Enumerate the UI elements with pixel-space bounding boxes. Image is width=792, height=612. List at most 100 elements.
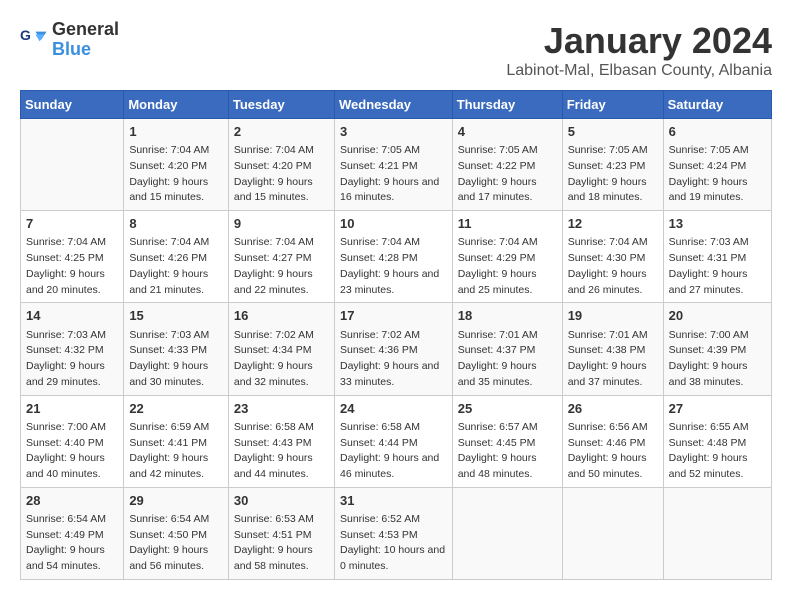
calendar-cell: 27 Sunrise: 6:55 AM Sunset: 4:48 PM Dayl… xyxy=(663,395,771,487)
sunset: Sunset: 4:27 PM xyxy=(234,252,312,264)
sunrise: Sunrise: 7:05 AM xyxy=(568,144,648,156)
day-number: 14 xyxy=(26,307,118,325)
calendar-week-row: 1 Sunrise: 7:04 AM Sunset: 4:20 PM Dayli… xyxy=(21,119,772,211)
calendar-cell: 31 Sunrise: 6:52 AM Sunset: 4:53 PM Dayl… xyxy=(334,487,452,579)
sunrise: Sunrise: 6:58 AM xyxy=(234,421,314,433)
day-number: 21 xyxy=(26,400,118,418)
sunrise: Sunrise: 7:00 AM xyxy=(26,421,106,433)
cell-data: Sunrise: 7:04 AM Sunset: 4:20 PM Dayligh… xyxy=(234,143,329,206)
day-number: 30 xyxy=(234,492,329,510)
calendar-week-row: 21 Sunrise: 7:00 AM Sunset: 4:40 PM Dayl… xyxy=(21,395,772,487)
sunset: Sunset: 4:48 PM xyxy=(669,437,747,449)
day-number: 23 xyxy=(234,400,329,418)
sunset: Sunset: 4:31 PM xyxy=(669,252,747,264)
calendar-cell: 28 Sunrise: 6:54 AM Sunset: 4:49 PM Dayl… xyxy=(21,487,124,579)
cell-data: Sunrise: 7:03 AM Sunset: 4:31 PM Dayligh… xyxy=(669,235,766,298)
logo-icon: G xyxy=(20,26,48,54)
daylight: Daylight: 9 hours and 58 minutes. xyxy=(234,544,313,572)
calendar-cell: 24 Sunrise: 6:58 AM Sunset: 4:44 PM Dayl… xyxy=(334,395,452,487)
sunrise: Sunrise: 6:54 AM xyxy=(129,513,209,525)
logo: G General Blue xyxy=(20,20,119,60)
sunset: Sunset: 4:37 PM xyxy=(458,344,536,356)
day-number: 5 xyxy=(568,123,658,141)
calendar-cell: 12 Sunrise: 7:04 AM Sunset: 4:30 PM Dayl… xyxy=(562,211,663,303)
calendar-cell: 26 Sunrise: 6:56 AM Sunset: 4:46 PM Dayl… xyxy=(562,395,663,487)
daylight: Daylight: 9 hours and 17 minutes. xyxy=(458,176,537,204)
sunrise: Sunrise: 7:05 AM xyxy=(669,144,749,156)
weekday-header: Monday xyxy=(124,91,229,119)
weekday-header-row: SundayMondayTuesdayWednesdayThursdayFrid… xyxy=(21,91,772,119)
sunrise: Sunrise: 7:04 AM xyxy=(129,236,209,248)
cell-data: Sunrise: 7:00 AM Sunset: 4:39 PM Dayligh… xyxy=(669,328,766,391)
sunrise: Sunrise: 7:04 AM xyxy=(458,236,538,248)
day-number: 1 xyxy=(129,123,223,141)
sunrise: Sunrise: 7:05 AM xyxy=(340,144,420,156)
cell-data: Sunrise: 7:02 AM Sunset: 4:34 PM Dayligh… xyxy=(234,328,329,391)
title-block: January 2024 Labinot-Mal, Elbasan County… xyxy=(506,20,772,80)
calendar-cell: 17 Sunrise: 7:02 AM Sunset: 4:36 PM Dayl… xyxy=(334,303,452,395)
logo-line2: Blue xyxy=(52,40,119,60)
logo-line1: General xyxy=(52,20,119,40)
calendar-cell xyxy=(562,487,663,579)
daylight: Daylight: 9 hours and 16 minutes. xyxy=(340,176,439,204)
page-header: G General Blue January 2024 Labinot-Mal,… xyxy=(20,20,772,80)
day-number: 16 xyxy=(234,307,329,325)
calendar-cell xyxy=(663,487,771,579)
sunset: Sunset: 4:34 PM xyxy=(234,344,312,356)
day-number: 18 xyxy=(458,307,557,325)
sunrise: Sunrise: 7:00 AM xyxy=(669,329,749,341)
daylight: Daylight: 10 hours and 0 minutes. xyxy=(340,544,445,572)
daylight: Daylight: 9 hours and 18 minutes. xyxy=(568,176,647,204)
day-number: 12 xyxy=(568,215,658,233)
sunset: Sunset: 4:53 PM xyxy=(340,529,418,541)
sunset: Sunset: 4:38 PM xyxy=(568,344,646,356)
sunset: Sunset: 4:29 PM xyxy=(458,252,536,264)
sunset: Sunset: 4:51 PM xyxy=(234,529,312,541)
page-title: January 2024 xyxy=(506,20,772,62)
day-number: 2 xyxy=(234,123,329,141)
cell-data: Sunrise: 7:05 AM Sunset: 4:24 PM Dayligh… xyxy=(669,143,766,206)
sunset: Sunset: 4:24 PM xyxy=(669,160,747,172)
daylight: Daylight: 9 hours and 56 minutes. xyxy=(129,544,208,572)
calendar-cell: 23 Sunrise: 6:58 AM Sunset: 4:43 PM Dayl… xyxy=(228,395,334,487)
calendar-cell: 11 Sunrise: 7:04 AM Sunset: 4:29 PM Dayl… xyxy=(452,211,562,303)
sunrise: Sunrise: 7:02 AM xyxy=(234,329,314,341)
daylight: Daylight: 9 hours and 50 minutes. xyxy=(568,452,647,480)
calendar-cell: 1 Sunrise: 7:04 AM Sunset: 4:20 PM Dayli… xyxy=(124,119,229,211)
daylight: Daylight: 9 hours and 23 minutes. xyxy=(340,268,439,296)
daylight: Daylight: 9 hours and 20 minutes. xyxy=(26,268,105,296)
calendar-week-row: 28 Sunrise: 6:54 AM Sunset: 4:49 PM Dayl… xyxy=(21,487,772,579)
sunrise: Sunrise: 7:01 AM xyxy=(458,329,538,341)
sunset: Sunset: 4:41 PM xyxy=(129,437,207,449)
calendar-cell: 9 Sunrise: 7:04 AM Sunset: 4:27 PM Dayli… xyxy=(228,211,334,303)
calendar-cell: 10 Sunrise: 7:04 AM Sunset: 4:28 PM Dayl… xyxy=(334,211,452,303)
sunrise: Sunrise: 7:05 AM xyxy=(458,144,538,156)
sunset: Sunset: 4:40 PM xyxy=(26,437,104,449)
sunrise: Sunrise: 6:56 AM xyxy=(568,421,648,433)
cell-data: Sunrise: 6:58 AM Sunset: 4:43 PM Dayligh… xyxy=(234,420,329,483)
sunrise: Sunrise: 7:03 AM xyxy=(26,329,106,341)
cell-data: Sunrise: 7:00 AM Sunset: 4:40 PM Dayligh… xyxy=(26,420,118,483)
calendar-cell: 15 Sunrise: 7:03 AM Sunset: 4:33 PM Dayl… xyxy=(124,303,229,395)
daylight: Daylight: 9 hours and 27 minutes. xyxy=(669,268,748,296)
day-number: 31 xyxy=(340,492,447,510)
daylight: Daylight: 9 hours and 32 minutes. xyxy=(234,360,313,388)
calendar-cell: 20 Sunrise: 7:00 AM Sunset: 4:39 PM Dayl… xyxy=(663,303,771,395)
day-number: 15 xyxy=(129,307,223,325)
day-number: 27 xyxy=(669,400,766,418)
daylight: Daylight: 9 hours and 21 minutes. xyxy=(129,268,208,296)
daylight: Daylight: 9 hours and 35 minutes. xyxy=(458,360,537,388)
logo-text: General Blue xyxy=(52,20,119,60)
daylight: Daylight: 9 hours and 22 minutes. xyxy=(234,268,313,296)
sunset: Sunset: 4:23 PM xyxy=(568,160,646,172)
daylight: Daylight: 9 hours and 38 minutes. xyxy=(669,360,748,388)
sunset: Sunset: 4:46 PM xyxy=(568,437,646,449)
sunset: Sunset: 4:20 PM xyxy=(129,160,207,172)
weekday-header: Saturday xyxy=(663,91,771,119)
daylight: Daylight: 9 hours and 15 minutes. xyxy=(129,176,208,204)
sunrise: Sunrise: 7:01 AM xyxy=(568,329,648,341)
day-number: 3 xyxy=(340,123,447,141)
daylight: Daylight: 9 hours and 26 minutes. xyxy=(568,268,647,296)
daylight: Daylight: 9 hours and 54 minutes. xyxy=(26,544,105,572)
daylight: Daylight: 9 hours and 40 minutes. xyxy=(26,452,105,480)
